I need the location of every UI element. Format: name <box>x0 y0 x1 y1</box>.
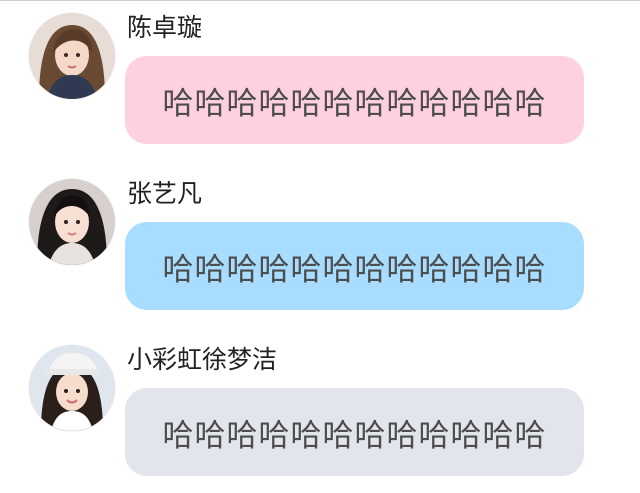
message-text: 哈哈哈哈哈哈哈哈哈哈哈哈 <box>162 251 547 288</box>
avatar-portrait-icon <box>29 179 115 265</box>
sender-avatar[interactable] <box>29 179 115 265</box>
sender-avatar[interactable] <box>29 345 115 431</box>
chat-message-list: 陈卓璇 哈哈哈哈哈哈哈哈哈哈哈哈 张艺凡 哈哈哈哈哈哈哈哈哈哈哈哈 小彩虹徐梦洁… <box>0 0 640 493</box>
message-bubble[interactable]: 哈哈哈哈哈哈哈哈哈哈哈哈 <box>125 388 584 476</box>
avatar-portrait-icon <box>29 345 115 431</box>
sender-name: 小彩虹徐梦洁 <box>127 345 278 374</box>
avatar-portrait-icon <box>29 13 115 99</box>
message-bubble[interactable]: 哈哈哈哈哈哈哈哈哈哈哈哈 <box>125 56 584 144</box>
message-bubble[interactable]: 哈哈哈哈哈哈哈哈哈哈哈哈 <box>125 222 584 310</box>
message-text: 哈哈哈哈哈哈哈哈哈哈哈哈 <box>162 417 547 454</box>
message-text: 哈哈哈哈哈哈哈哈哈哈哈哈 <box>162 85 547 122</box>
sender-name: 张艺凡 <box>127 179 203 208</box>
sender-avatar[interactable] <box>29 13 115 99</box>
sender-name: 陈卓璇 <box>127 13 203 42</box>
